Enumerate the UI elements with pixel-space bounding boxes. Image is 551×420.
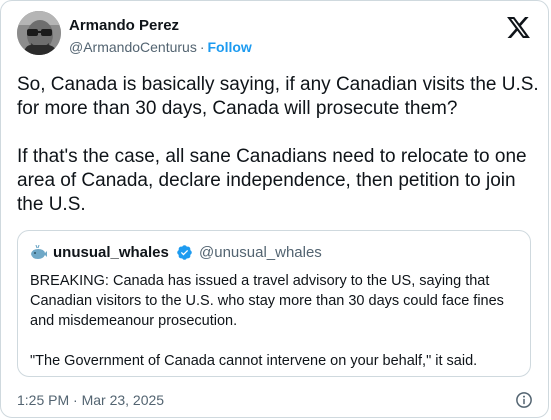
tweet-paragraph: If that's the case, all sane Canadians n… (17, 146, 527, 215)
author-handle-line: @ArmandoCenturus · Follow (69, 38, 252, 56)
info-icon[interactable] (515, 391, 533, 409)
author-info: Armando Perez @ArmandoCenturus · Follow (69, 17, 252, 56)
x-logo-icon[interactable] (507, 17, 530, 38)
tweet-header: Armando Perez @ArmandoCenturus · Follow (17, 11, 534, 61)
quoted-paragraph: BREAKING: Canada has issued a travel adv… (30, 273, 504, 329)
quoted-author-name: unusual_whales (53, 244, 169, 261)
separator-dot: · (199, 39, 205, 55)
author-handle[interactable]: @ArmandoCenturus (69, 39, 197, 55)
whale-icon (31, 245, 47, 259)
avatar-image (17, 11, 61, 55)
quoted-tweet[interactable]: unusual_whales @unusual_whales BREAKING:… (17, 230, 531, 377)
verified-badge-icon (177, 245, 192, 260)
tweet-footer: 1:25 PM · Mar 23, 2025 (17, 391, 533, 411)
tweet-paragraph: So, Canada is basically saying, if any C… (17, 74, 539, 119)
tweet-card: Armando Perez @ArmandoCenturus · Follow So… (0, 0, 549, 418)
quoted-author-handle: @unusual_whales (199, 244, 322, 261)
quoted-tweet-text: BREAKING: Canada has issued a travel adv… (30, 271, 520, 371)
tweet-text: So, Canada is basically saying, if any C… (17, 73, 539, 217)
avatar[interactable] (17, 11, 61, 55)
quoted-paragraph: "The Government of Canada cannot interve… (30, 353, 478, 369)
author-name[interactable]: Armando Perez (69, 17, 252, 35)
timestamp-link[interactable]: 1:25 PM · Mar 23, 2025 (17, 391, 164, 409)
follow-button[interactable]: Follow (208, 39, 252, 55)
